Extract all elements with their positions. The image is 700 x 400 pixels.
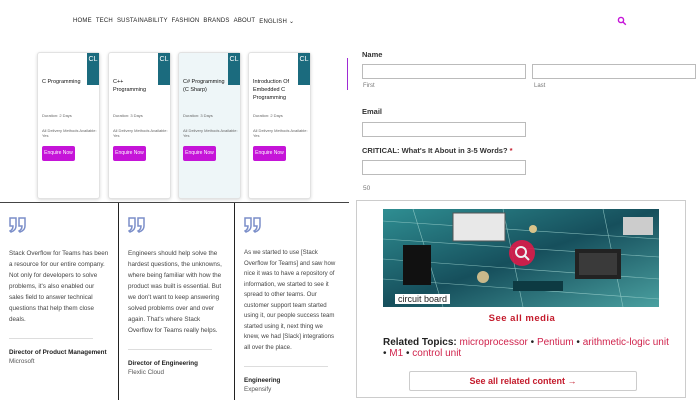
- testimonial-card: As we started to use [Stack Overflow for…: [235, 203, 349, 400]
- chevron-down-icon: ⌄: [289, 19, 295, 25]
- nav-item-brands[interactable]: BRANDS: [203, 18, 229, 25]
- testimonial-author: Director of Engineering: [128, 360, 198, 367]
- divider: [244, 366, 328, 367]
- nav-item-language[interactable]: ENGLISH ⌄: [259, 18, 294, 25]
- testimonial-text: Stack Overflow for Teams has been a reso…: [9, 250, 109, 323]
- enquire-now-button[interactable]: Enquire Now: [113, 146, 146, 161]
- topic-link-microprocessor[interactable]: microprocessor: [460, 337, 528, 348]
- top-nav: HOME TECH SUSTAINABILITY FASHION BRANDS …: [0, 0, 345, 40]
- badge-label: CL: [159, 56, 169, 63]
- see-all-related-label: See all related content: [469, 376, 566, 386]
- first-name-field[interactable]: [362, 64, 526, 79]
- testimonial-text: Engineers should help solve the hardest …: [128, 250, 222, 334]
- testimonial-card: Engineers should help solve the hardest …: [118, 203, 235, 400]
- course-title: C Programming: [42, 79, 81, 85]
- course-duration: Duration: 2 Days: [42, 113, 72, 118]
- required-mark: *: [509, 146, 513, 155]
- course-badge: CL: [228, 53, 240, 85]
- badge-label: CL: [299, 56, 309, 63]
- see-all-media-link[interactable]: See all media: [357, 313, 687, 324]
- critical-label: CRITICAL: What's It About in 3-5 Words? …: [362, 146, 513, 155]
- testimonial-author: Director of Product Management: [9, 349, 107, 356]
- topic-link-pentium[interactable]: Pentium: [537, 337, 574, 348]
- nav-item-sustainability[interactable]: SUSTAINABILITY: [117, 18, 168, 25]
- course-duration: Duration: 2 Days: [253, 113, 283, 118]
- testimonial-company: Microsoft: [9, 358, 35, 365]
- course-title: C++ Programming: [113, 79, 147, 93]
- divider: [128, 349, 212, 350]
- separator: •: [576, 337, 580, 348]
- course-delivery: All Delivery Methods Available: Yes: [253, 128, 308, 138]
- testimonial-company: Expensify: [244, 386, 272, 393]
- enquire-now-button[interactable]: Enquire Now: [42, 146, 75, 161]
- zoom-button[interactable]: [509, 240, 535, 266]
- nav-item-home[interactable]: HOME: [73, 18, 92, 25]
- separator: •: [530, 337, 535, 348]
- course-title: Introduction Of Embedded C Programming: [253, 79, 290, 101]
- testimonial-author: Engineering: [244, 377, 281, 384]
- media-panel: circuit board See all media Related Topi…: [356, 200, 686, 398]
- first-label: First: [363, 83, 375, 89]
- testimonial-card: Stack Overflow for Teams has been a reso…: [0, 203, 118, 400]
- related-topics-label: Related Topics:: [383, 337, 457, 348]
- critical-label-text: CRITICAL: What's It About in 3-5 Words?: [362, 146, 508, 155]
- topic-link-alu[interactable]: arithmetic-logic unit: [583, 337, 669, 348]
- email-field[interactable]: [362, 122, 526, 137]
- see-all-related-button[interactable]: See all related content →: [409, 371, 637, 391]
- last-label: Last: [534, 83, 546, 89]
- language-label: ENGLISH: [259, 19, 288, 25]
- testimonial-company: Flexlic Cloud: [128, 369, 165, 376]
- critical-field[interactable]: [362, 160, 526, 175]
- quote-icon: [127, 217, 145, 233]
- course-badge: CL: [298, 53, 310, 85]
- course-badge: CL: [87, 53, 99, 85]
- related-topics: Related Topics: microprocessor • Pentium…: [383, 337, 673, 359]
- header-right: [345, 0, 700, 38]
- email-label: Email: [362, 107, 383, 116]
- course-delivery: All Delivery Methods Available: Yes: [42, 128, 97, 138]
- divider: [9, 338, 93, 339]
- testimonials: Stack Overflow for Teams has been a reso…: [0, 202, 349, 400]
- focus-indicator: [347, 58, 348, 90]
- image-caption: circuit board: [395, 294, 451, 304]
- last-name-field[interactable]: [532, 64, 696, 79]
- badge-label: CL: [229, 56, 239, 63]
- quote-icon: [8, 217, 26, 233]
- course-title: C# Programming (C Sharp): [183, 79, 225, 93]
- enquire-now-button[interactable]: Enquire Now: [253, 146, 286, 161]
- separator: •: [405, 348, 410, 359]
- course-card: CL Introduction Of Embedded C Programmin…: [248, 52, 311, 199]
- page: HOME TECH SUSTAINABILITY FASHION BRANDS …: [0, 0, 700, 400]
- topic-link-control-unit[interactable]: control unit: [412, 348, 461, 359]
- course-delivery: All Delivery Methods Available: Yes: [183, 128, 238, 138]
- name-label: Name: [362, 50, 383, 59]
- nav-item-about[interactable]: ABOUT: [234, 18, 256, 25]
- search-icon[interactable]: [617, 16, 627, 26]
- magnifier-icon: [515, 246, 530, 261]
- nav-menu: HOME TECH SUSTAINABILITY FASHION BRANDS …: [73, 18, 294, 25]
- quote-icon: [243, 217, 261, 233]
- topic-link-m1[interactable]: M1: [389, 348, 403, 359]
- arrow-right-icon: →: [567, 376, 577, 386]
- nav-item-tech[interactable]: TECH: [96, 18, 113, 25]
- course-duration: Duration: 3 Days: [183, 113, 213, 118]
- testimonial-text: As we started to use [Stack Overflow for…: [244, 249, 336, 351]
- course-card: CL C Programming Duration: 2 Days All De…: [37, 52, 100, 199]
- character-counter: 50: [363, 185, 371, 192]
- nav-item-fashion[interactable]: FASHION: [172, 18, 200, 25]
- course-badge: CL: [158, 53, 170, 85]
- course-duration: Duration: 3 Days: [113, 113, 143, 118]
- enquire-now-button[interactable]: Enquire Now: [183, 146, 216, 161]
- course-cards: CL C Programming Duration: 2 Days All De…: [0, 40, 345, 200]
- course-card: CL C# Programming (C Sharp) Duration: 3 …: [178, 52, 241, 199]
- separator: •: [383, 348, 387, 359]
- course-card: CL C++ Programming Duration: 3 Days All …: [108, 52, 171, 199]
- course-delivery: All Delivery Methods Available: Yes: [113, 128, 168, 138]
- badge-label: CL: [88, 56, 98, 63]
